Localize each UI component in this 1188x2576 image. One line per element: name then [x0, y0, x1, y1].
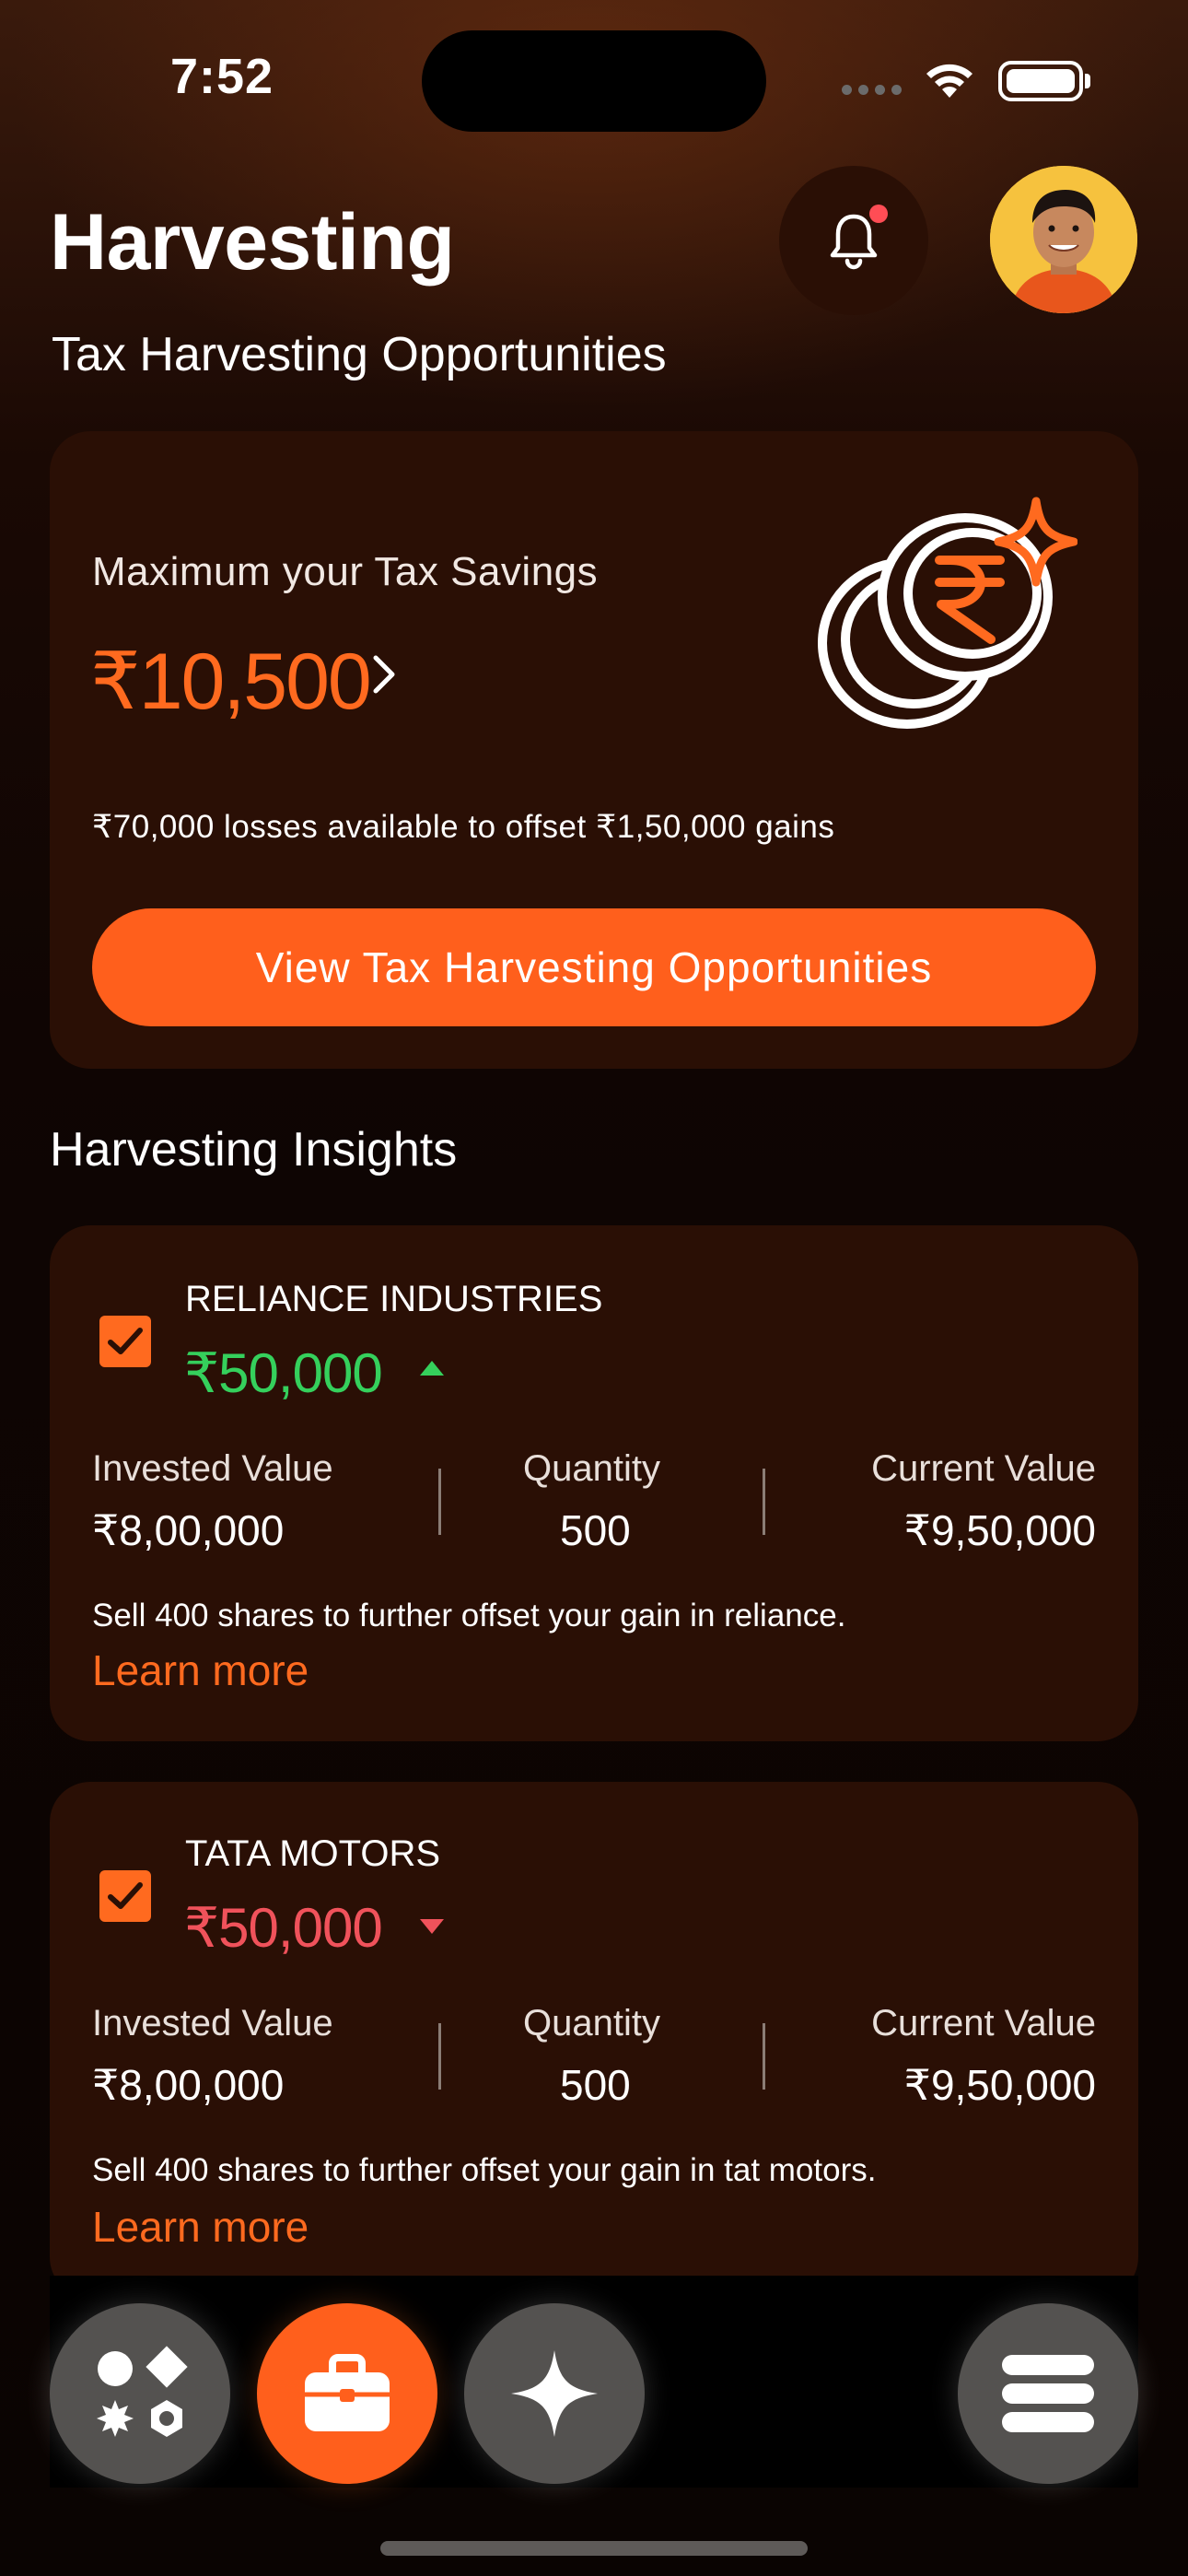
invested-value: ₹8,00,000	[92, 2061, 285, 2109]
divider	[763, 1469, 765, 1535]
wifi-icon	[921, 57, 978, 106]
trend-up-icon	[418, 1358, 446, 1383]
trend-down-icon	[418, 1916, 446, 1941]
quantity-label: Quantity	[523, 2003, 660, 2043]
insight-checkbox[interactable]	[99, 1316, 151, 1367]
menu-icon	[1002, 2355, 1094, 2432]
nav-apps-button[interactable]	[50, 2303, 230, 2484]
learn-more-link[interactable]: Learn more	[92, 2202, 309, 2252]
divider	[763, 2023, 765, 2090]
invested-value-label: Invested Value	[92, 2003, 333, 2043]
avatar[interactable]	[990, 166, 1137, 313]
tax-savings-amount[interactable]: ₹10,500	[90, 636, 372, 728]
nav-menu-button[interactable]	[958, 2303, 1138, 2484]
nav-ai-button[interactable]	[464, 2303, 645, 2484]
current-value-label: Current Value	[871, 2003, 1096, 2043]
nav-portfolio-button[interactable]	[257, 2303, 437, 2484]
invested-value-label: Invested Value	[92, 1448, 333, 1489]
profile-photo	[990, 166, 1137, 313]
tax-savings-label: Maximum your Tax Savings	[92, 549, 599, 594]
view-opportunities-button[interactable]: View Tax Harvesting Opportunities	[92, 908, 1096, 1026]
notification-badge	[869, 205, 888, 223]
app-screen: 7:52 Harvesting Tax Harvesting Opportuni…	[0, 0, 1188, 2576]
checkmark-icon	[108, 1882, 143, 1909]
stock-name: TATA MOTORS	[185, 1833, 441, 1874]
quantity-label: Quantity	[523, 1448, 660, 1489]
sparkle-icon	[511, 2350, 598, 2437]
insight-description: Sell 400 shares to further offset your g…	[92, 1598, 846, 1633]
dynamic-island	[422, 30, 766, 132]
divider	[438, 2023, 441, 2090]
cellular-signal-icon	[842, 85, 902, 95]
quantity-value: 500	[560, 1506, 631, 1554]
battery-nub	[1085, 74, 1090, 88]
chevron-right-icon[interactable]	[368, 650, 400, 703]
notifications-button[interactable]	[779, 166, 928, 315]
stock-amount: ₹50,000	[184, 1897, 383, 1959]
learn-more-link[interactable]: Learn more	[92, 1645, 309, 1695]
current-value-label: Current Value	[871, 1448, 1096, 1489]
offset-description: ₹70,000 losses available to offset ₹1,50…	[92, 809, 835, 845]
current-value: ₹9,50,000	[903, 1506, 1096, 1554]
apps-shapes-icon	[97, 2346, 188, 2437]
status-time: 7:52	[170, 49, 274, 104]
current-value: ₹9,50,000	[903, 2061, 1096, 2109]
stock-name: RELIANCE INDUSTRIES	[185, 1279, 603, 1319]
insight-description: Sell 400 shares to further offset your g…	[92, 2152, 877, 2188]
battery-icon	[998, 61, 1083, 101]
section-title-opportunities: Tax Harvesting Opportunities	[52, 328, 667, 381]
insight-checkbox[interactable]	[99, 1870, 151, 1922]
divider	[438, 1469, 441, 1535]
home-indicator	[380, 2541, 808, 2556]
stock-amount: ₹50,000	[184, 1342, 383, 1404]
briefcase-icon	[305, 2354, 390, 2431]
invested-value: ₹8,00,000	[92, 1506, 285, 1554]
quantity-value: 500	[560, 2061, 631, 2109]
checkmark-icon	[108, 1328, 143, 1354]
rupee-coins-icon	[810, 496, 1078, 767]
section-title-insights: Harvesting Insights	[50, 1123, 458, 1177]
page-title: Harvesting	[50, 198, 455, 287]
